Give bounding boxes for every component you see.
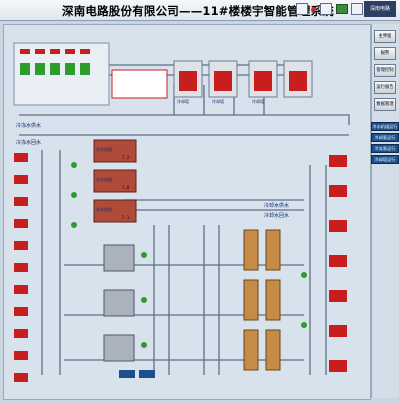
status-cooling-pump[interactable]: 冷却泵运行 [371, 133, 399, 142]
status-chiller[interactable]: 冷水机组运行 [371, 122, 399, 131]
print-icon[interactable] [320, 3, 332, 15]
menu-button-data[interactable]: 数据管理 [374, 98, 396, 111]
alarm-indicator-icon [311, 7, 316, 12]
tower-label-1: 冷却塔 [177, 98, 189, 104]
chiller-label-3: 冷水机组 [96, 206, 112, 212]
status-green-icon[interactable] [336, 4, 348, 14]
title-bar: 深南电路股份有限公司——11#楼楼宇智能管理系统 深南电路 [0, 0, 400, 21]
chiller-label-2: 冷水机组 [96, 176, 112, 182]
cooling-water-return-label: 冷却水回水 [264, 212, 289, 219]
chiller-label-1: 冷水机组 [96, 146, 112, 152]
alarm-icon[interactable] [296, 3, 308, 15]
menu-button-main[interactable]: 主界面 [374, 30, 396, 43]
menu-button-report[interactable]: 运行报告 [374, 81, 396, 94]
status-chilled-pump[interactable]: 冷冻泵运行 [371, 144, 399, 153]
chilled-water-supply-label: 冷冻水供水 [16, 122, 41, 129]
cooling-towers [173, 60, 313, 98]
close-icon[interactable] [351, 3, 363, 15]
info-box [111, 69, 168, 99]
logo: 深南电路 [364, 1, 396, 17]
chiller-value-3: 7.1 [122, 215, 130, 220]
tower-label-3: 冷却塔 [252, 98, 264, 104]
cooling-water-supply-label: 冷却水供水 [264, 202, 289, 209]
heat-exchangers [243, 229, 281, 371]
pipe-network [19, 64, 350, 375]
right-pumps [329, 155, 347, 372]
tower-label-2: 冷却塔 [212, 98, 224, 104]
chilled-water-return-label: 冷冻水回水 [16, 139, 41, 146]
menu-button-control[interactable]: 管理控制 [374, 64, 396, 77]
hvac-diagram: 冷冻水供水 冷冻水回水 冷却水供水 冷却水回水 冷水机组 冷水机组 冷水机组 7… [3, 24, 371, 400]
pump-rack [13, 42, 110, 106]
bottom-legend [119, 370, 155, 378]
chiller-value-1: 7.2 [122, 155, 130, 160]
menu-button-alarm[interactable]: 报警 [374, 47, 396, 60]
app-title: 深南电路股份有限公司——11#楼楼宇智能管理系统 [62, 4, 334, 18]
status-cooling-tower[interactable]: 冷却塔运行 [371, 155, 399, 164]
chiller-value-2: 7.0 [122, 185, 130, 190]
hvac-schematic: 冷冻水供水 冷冻水回水 冷却水供水 冷却水回水 冷水机组 冷水机组 冷水机组 7… [13, 42, 350, 382]
chillers [93, 139, 137, 362]
left-pumps [14, 153, 28, 382]
